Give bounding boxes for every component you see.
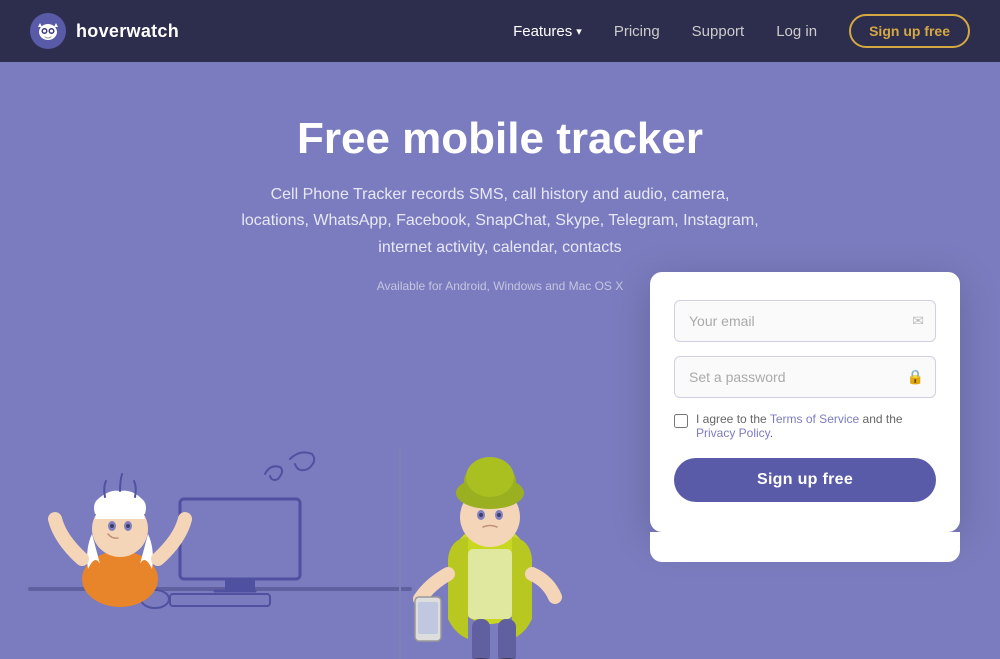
- password-input-group: 🔒: [674, 356, 936, 398]
- email-input[interactable]: [674, 300, 936, 342]
- illustration: [0, 319, 620, 659]
- logo-text: hoverwatch: [76, 21, 179, 42]
- email-icon: ✉: [912, 313, 924, 330]
- navbar: hoverwatch Features Pricing Support Log …: [0, 0, 1000, 62]
- signup-card: ✉ 🔒 I agree to the Terms of Service and …: [650, 272, 960, 532]
- nav-pricing-link[interactable]: Pricing: [614, 23, 660, 40]
- hero-section: Free mobile tracker Cell Phone Tracker r…: [0, 62, 1000, 659]
- password-input[interactable]: [674, 356, 936, 398]
- terms-text: I agree to the Terms of Service and the …: [696, 412, 936, 440]
- nav-links: Features Pricing Support Log in Sign up …: [513, 14, 970, 48]
- terms-of-service-link[interactable]: Terms of Service: [770, 412, 859, 426]
- hero-subtitle: Cell Phone Tracker records SMS, call his…: [235, 182, 765, 261]
- lock-icon: 🔒: [907, 369, 924, 386]
- terms-checkbox[interactable]: [674, 414, 688, 428]
- logo-area: hoverwatch: [30, 13, 513, 49]
- signup-submit-button[interactable]: Sign up free: [674, 458, 936, 502]
- terms-row: I agree to the Terms of Service and the …: [674, 412, 936, 440]
- privacy-policy-link[interactable]: Privacy Policy: [696, 426, 770, 440]
- nav-support-link[interactable]: Support: [692, 23, 745, 40]
- nav-login-link[interactable]: Log in: [776, 23, 817, 40]
- hero-title: Free mobile tracker: [0, 114, 1000, 164]
- nav-features-link[interactable]: Features: [513, 23, 582, 40]
- nav-signup-button[interactable]: Sign up free: [849, 14, 970, 48]
- logo-icon: [30, 13, 66, 49]
- hero-content: Free mobile tracker Cell Phone Tracker r…: [0, 62, 1000, 293]
- email-input-group: ✉: [674, 300, 936, 342]
